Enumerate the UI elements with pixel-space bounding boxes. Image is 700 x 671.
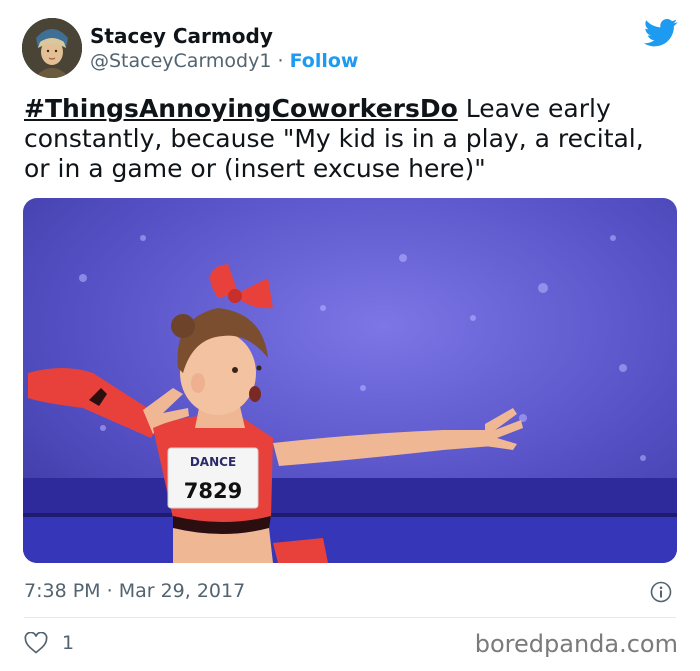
bib-brand: DANCE [190,455,236,469]
tweet-date: Mar 29, 2017 [118,580,246,602]
author-meta-row: @StaceyCarmody1 · Follow [90,50,359,72]
media-image: DANCE 7829 [23,198,677,563]
twitter-bird-icon[interactable] [644,18,678,48]
avatar[interactable] [22,18,82,78]
like-count: 1 [62,632,75,654]
tweet-text: #ThingsAnnoyingCoworkersDo Leave early c… [24,94,674,184]
bib-number: 7829 [184,479,242,503]
follow-button[interactable]: Follow [290,50,359,72]
handle-separator: · [277,50,284,72]
info-icon[interactable] [650,581,672,603]
heart-icon [24,632,48,654]
like-button[interactable]: 1 [24,632,74,654]
hashtag-link[interactable]: #ThingsAnnoyingCoworkersDo [24,94,458,123]
avatar-image [22,18,82,78]
watermark: boredpanda.com [474,630,678,658]
divider [24,617,676,618]
tweet-time: 7:38 PM [24,580,101,602]
tweet-timestamp[interactable]: 7:38 PM · Mar 29, 2017 [24,580,245,602]
author-handle[interactable]: @StaceyCarmody1 [90,50,271,72]
author-name[interactable]: Stacey Carmody [90,24,273,48]
tweet-media[interactable]: DANCE 7829 [23,198,677,563]
timestamp-separator: · [106,580,113,602]
